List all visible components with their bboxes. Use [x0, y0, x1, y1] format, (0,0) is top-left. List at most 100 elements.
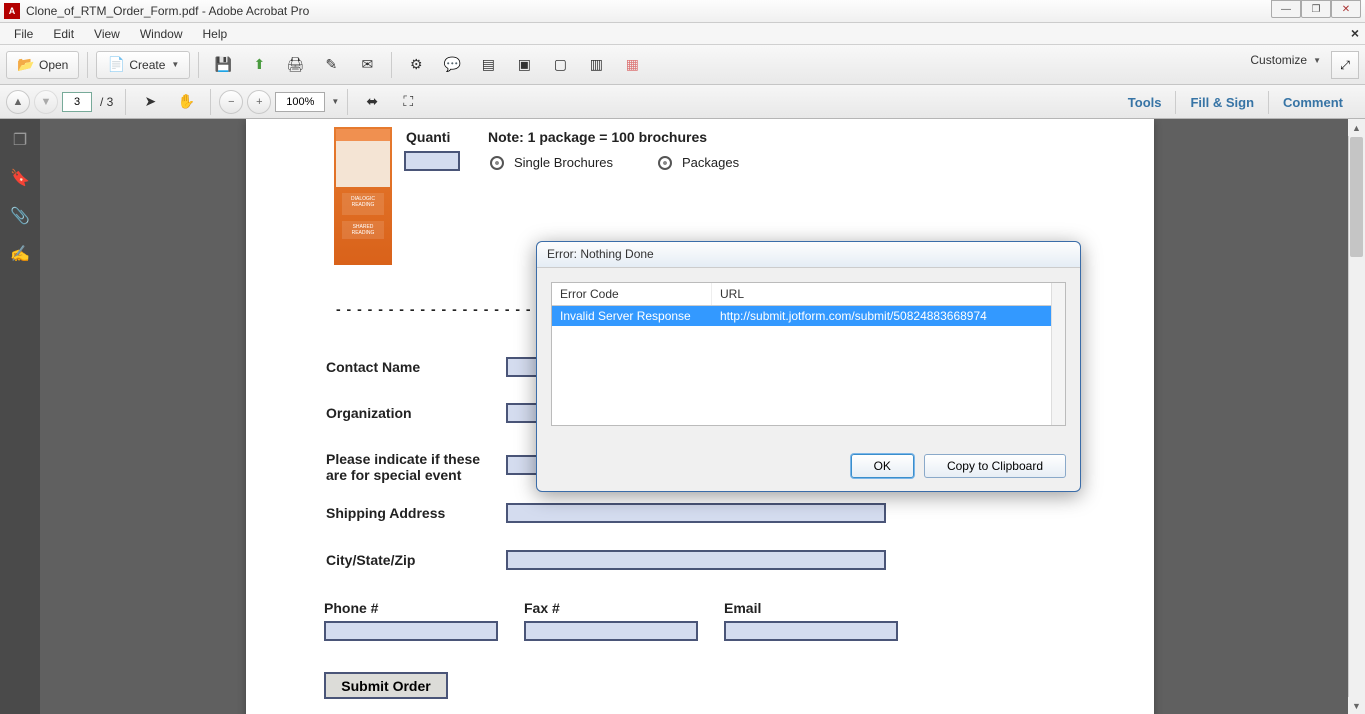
- edit-icon: ✎: [322, 56, 340, 74]
- stamp-icon: ▣: [515, 56, 533, 74]
- previous-page-button[interactable]: ▲: [6, 90, 30, 114]
- radio-icon: [658, 156, 672, 170]
- tab-tools[interactable]: Tools: [1114, 91, 1176, 114]
- sign-button[interactable]: ▢: [544, 51, 576, 79]
- create-button[interactable]: 📄 Create ▼: [96, 51, 190, 79]
- window-controls: — ❐ ✕: [1271, 0, 1361, 18]
- menu-window[interactable]: Window: [130, 25, 193, 43]
- customize-label: Customize: [1250, 53, 1307, 67]
- zoom-in-button[interactable]: +: [247, 90, 271, 114]
- copy-clipboard-button[interactable]: Copy to Clipboard: [924, 454, 1066, 478]
- plus-icon: +: [256, 96, 262, 108]
- edit-button[interactable]: ✎: [315, 51, 347, 79]
- speech-icon: 💬: [443, 56, 461, 74]
- phone-label: Phone #: [324, 600, 378, 616]
- chevron-down-icon[interactable]: ▼: [331, 97, 339, 106]
- error-dialog: Error: Nothing Done Error Code URL Inval…: [536, 241, 1081, 492]
- close-button[interactable]: ✕: [1331, 0, 1361, 18]
- table-scrollbar[interactable]: [1051, 283, 1065, 425]
- select-tool-button[interactable]: ➤: [134, 88, 166, 116]
- share-icon: ⬆: [250, 56, 268, 74]
- separator: [87, 52, 88, 78]
- share-button[interactable]: ⬆: [243, 51, 275, 79]
- form-button[interactable]: ▤: [472, 51, 504, 79]
- note-label: Note: 1 package = 100 brochures: [488, 129, 707, 145]
- attachments-panel-button[interactable]: 📎: [9, 205, 31, 227]
- create-label: Create: [129, 58, 165, 72]
- save-button[interactable]: 💾: [207, 51, 239, 79]
- radio-single-brochures[interactable]: Single Brochures: [490, 155, 613, 170]
- cell-url: http://submit.jotform.com/submit/5082488…: [712, 306, 1065, 326]
- scroll-thumb[interactable]: [1350, 137, 1363, 257]
- close-document-button[interactable]: ×: [1351, 25, 1359, 41]
- stamp-button[interactable]: ▣: [508, 51, 540, 79]
- open-button[interactable]: 📂 Open: [6, 51, 79, 79]
- menu-file[interactable]: File: [4, 25, 43, 43]
- signature-icon: ✍: [10, 244, 30, 264]
- table-row[interactable]: Invalid Server Response http://submit.jo…: [552, 306, 1065, 326]
- radio-icon: [490, 156, 504, 170]
- shipping-address-field[interactable]: [506, 503, 886, 523]
- right-panel-tabs: Tools Fill & Sign Comment: [1114, 91, 1357, 114]
- action-button[interactable]: ▦: [616, 51, 648, 79]
- email-button[interactable]: ✉: [351, 51, 383, 79]
- col-url[interactable]: URL: [712, 283, 1065, 305]
- read-mode-button[interactable]: ⤢: [1331, 51, 1359, 79]
- vertical-scrollbar[interactable]: ▲ ▼: [1348, 119, 1365, 714]
- customize-button[interactable]: Customize ▼: [1250, 53, 1321, 67]
- zoom-input[interactable]: [275, 92, 325, 112]
- thumbnails-panel-button[interactable]: ❐: [9, 129, 31, 151]
- email-field[interactable]: [724, 621, 898, 641]
- fit-page-button[interactable]: ⛶: [392, 88, 424, 116]
- phone-field[interactable]: [324, 621, 498, 641]
- submit-label: Submit Order: [341, 678, 430, 694]
- radio-packages[interactable]: Packages: [658, 155, 739, 170]
- arrow-up-icon: ▲: [13, 96, 24, 108]
- menu-edit[interactable]: Edit: [43, 25, 84, 43]
- cursor-icon: ➤: [141, 93, 159, 111]
- next-page-button[interactable]: ▼: [34, 90, 58, 114]
- menu-view[interactable]: View: [84, 25, 130, 43]
- dialog-title: Error: Nothing Done: [537, 242, 1080, 268]
- tab-fill-sign[interactable]: Fill & Sign: [1175, 91, 1268, 114]
- zoom-out-button[interactable]: −: [219, 90, 243, 114]
- fax-field[interactable]: [524, 621, 698, 641]
- save-icon: 💾: [214, 56, 232, 74]
- error-table: Error Code URL Invalid Server Response h…: [551, 282, 1066, 426]
- tab-comment[interactable]: Comment: [1268, 91, 1357, 114]
- comment-button[interactable]: 💬: [436, 51, 468, 79]
- signatures-panel-button[interactable]: ✍: [9, 243, 31, 265]
- menu-help[interactable]: Help: [193, 25, 238, 43]
- print-icon: 🖨: [286, 56, 304, 74]
- window-title: Clone_of_RTM_Order_Form.pdf - Adobe Acro…: [26, 4, 309, 18]
- quantity-field[interactable]: [404, 151, 460, 171]
- organize-icon: ▥: [587, 56, 605, 74]
- dialog-buttons: OK Copy to Clipboard: [537, 440, 1080, 478]
- fit-width-button[interactable]: ⬌: [356, 88, 388, 116]
- scroll-up-button[interactable]: ▲: [1348, 119, 1365, 136]
- city-state-zip-field[interactable]: [506, 550, 886, 570]
- hand-tool-button[interactable]: ✋: [170, 88, 202, 116]
- menubar: File Edit View Window Help ×: [0, 23, 1365, 45]
- print-button[interactable]: 🖨: [279, 51, 311, 79]
- minimize-button[interactable]: —: [1271, 0, 1301, 18]
- toolbar-primary: 📂 Open 📄 Create ▼ 💾 ⬆ 🖨 ✎ ✉ ⚙ 💬 ▤ ▣ ▢ ▥ …: [0, 45, 1365, 85]
- col-error-code[interactable]: Error Code: [552, 283, 712, 305]
- contact-name-label: Contact Name: [326, 359, 420, 375]
- scroll-down-button[interactable]: ▼: [1348, 697, 1365, 714]
- pages-icon: ❐: [13, 130, 27, 150]
- quantity-label: Quanti: [406, 129, 450, 145]
- organize-button[interactable]: ▥: [580, 51, 612, 79]
- form-icon: ▤: [479, 56, 497, 74]
- create-pdf-icon: 📄: [107, 56, 125, 74]
- page-number-input[interactable]: [62, 92, 92, 112]
- submit-order-button[interactable]: Submit Order: [324, 672, 448, 699]
- settings-button[interactable]: ⚙: [400, 51, 432, 79]
- brochure-text-2: SHARED READING: [342, 221, 384, 239]
- fit-page-icon: ⛶: [399, 93, 417, 111]
- restore-button[interactable]: ❐: [1301, 0, 1331, 18]
- sign-icon: ▢: [551, 56, 569, 74]
- ok-button[interactable]: OK: [851, 454, 914, 478]
- fax-label: Fax #: [524, 600, 560, 616]
- bookmarks-panel-button[interactable]: 🔖: [9, 167, 31, 189]
